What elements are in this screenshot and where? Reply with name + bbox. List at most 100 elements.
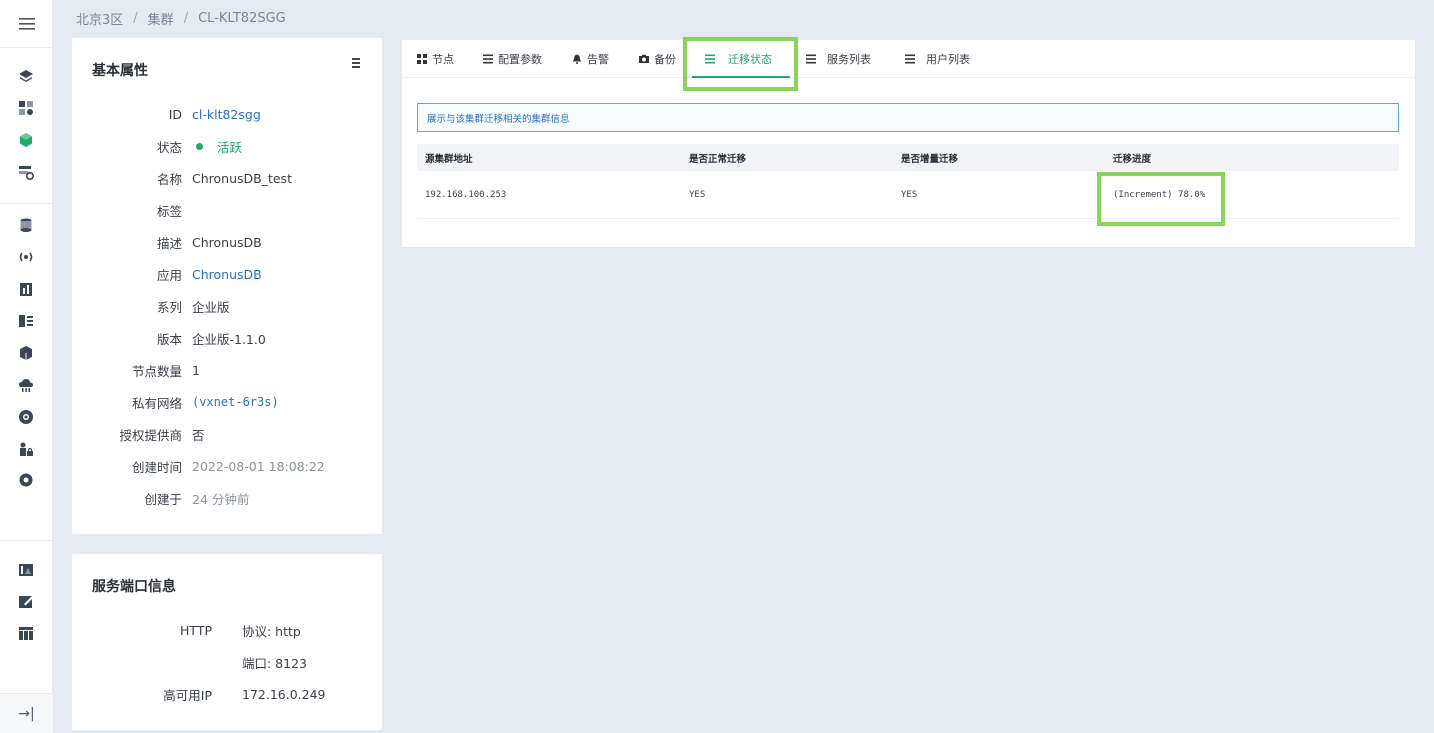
prop-row-edition: 系列 企业版 [72, 296, 382, 316]
layers-icon[interactable] [17, 67, 35, 85]
menu-toggle-button[interactable] [0, 0, 53, 48]
service-ports-title: 服务端口信息 [92, 579, 176, 595]
tab-users[interactable]: 用户列表 [905, 40, 970, 78]
name-value: ChronusDB_test [192, 170, 292, 186]
column-header: 是否正常迁移 [689, 153, 747, 165]
box-icon[interactable] [17, 344, 35, 362]
port-row-http: HTTP 协议: http [72, 620, 382, 640]
table-header: 源集群地址 是否正常迁移 是否增量迁移 迁移进度 [417, 144, 1399, 171]
prop-key: 创建于 [144, 491, 182, 507]
created-time-value: 2022-08-01 18:08:22 [192, 458, 325, 474]
license-value: 否 [192, 427, 205, 443]
incremental-migration-cell: YES [901, 190, 918, 200]
book-list-icon[interactable] [17, 312, 35, 330]
breadcrumb-region[interactable]: 北京3区 [76, 9, 123, 28]
prop-key: 创建时间 [131, 459, 182, 475]
bell-icon [573, 54, 581, 64]
breadcrumb: 北京3区 / 集群 / CL-KLT82SGG [76, 9, 286, 28]
prop-key: 描述 [156, 235, 182, 251]
storage-sync-icon[interactable] [17, 163, 35, 181]
prop-row-status: 状态 活跃 [72, 136, 382, 156]
cluster-id-value[interactable]: cl-klt82sgg [192, 107, 261, 122]
port-row-port: 端口: 8123 [72, 652, 382, 672]
prop-key: ID [168, 106, 182, 122]
prop-key: 系列 [156, 299, 182, 315]
tab-backup[interactable]: 备份 [639, 40, 676, 78]
edition-value: 企业版 [192, 299, 230, 315]
column-header: 迁移进度 [1113, 153, 1152, 165]
collapse-icon: →| [18, 705, 35, 722]
prop-row-name: 名称 ChronusDB_test [72, 168, 382, 188]
left-rail: →| [0, 0, 53, 733]
list-icon [483, 54, 493, 64]
port-key: HTTP [180, 622, 212, 638]
hamburger-icon [18, 17, 35, 30]
bar-chart-icon[interactable] [17, 280, 35, 298]
cube-icon[interactable] [17, 131, 35, 149]
version-value: 企业版-1.1.0 [192, 331, 266, 347]
highlight-box-tab [683, 37, 798, 91]
tab-nodes[interactable]: 节点 [417, 40, 454, 78]
shield-gear-icon[interactable] [17, 471, 35, 489]
prop-key: 节点数量 [131, 363, 182, 379]
description-value: ChronusDB [192, 234, 262, 250]
status-value: 活跃 [192, 137, 242, 156]
list-icon [905, 54, 915, 64]
bank-icon[interactable] [17, 560, 35, 578]
tab-config[interactable]: 配置参数 [483, 40, 542, 78]
column-header: 是否增量迁移 [901, 153, 959, 165]
highlight-box-progress [1097, 172, 1225, 226]
prop-row-created-time: 创建时间 2022-08-01 18:08:22 [72, 456, 382, 476]
prop-row-version: 版本 企业版-1.1.0 [72, 328, 382, 348]
column-header: 源集群地址 [425, 153, 473, 165]
prop-row-id: ID cl-klt82sgg [72, 104, 382, 124]
status-badge: 活跃 [217, 139, 243, 155]
prop-row-tags: 标签 [72, 200, 382, 220]
info-banner: 展示与该集群迁移相关的集群信息 [417, 103, 1399, 132]
card-menu-icon[interactable] [352, 58, 362, 68]
basic-properties-card: 基本属性 ID cl-klt82sgg 状态 活跃 名称 ChronusDB_t… [72, 38, 382, 534]
port-number-value: 端口: 8123 [242, 655, 307, 671]
prop-key: 授权提供商 [119, 427, 182, 443]
disc-icon[interactable] [17, 408, 35, 426]
prop-key: 名称 [156, 171, 182, 187]
source-address-cell: 192.168.100.253 [425, 190, 507, 200]
vxnet-link[interactable]: (vxnet-6r3s) [192, 395, 279, 409]
prop-key: 标签 [156, 203, 182, 219]
edit-image-icon[interactable] [17, 592, 35, 610]
database-icon[interactable] [17, 216, 35, 234]
ha-ip-value: 172.16.0.249 [242, 686, 326, 702]
prop-key: 状态 [156, 139, 182, 155]
created-ago-value: 24 分钟前 [192, 491, 250, 507]
collapse-sidebar-button[interactable]: →| [0, 693, 53, 733]
prop-row-app: 应用 ChronusDB [72, 264, 382, 284]
status-dot-icon [196, 142, 203, 150]
table-icon[interactable] [17, 624, 35, 642]
lock-user-icon[interactable] [17, 440, 35, 458]
apps-settings-icon[interactable] [17, 99, 35, 117]
migration-panel: 节点 配置参数 告警 备份 迁移状态 服务列表 用户列表 展示与该集群迁移相关的… [402, 40, 1415, 247]
service-ports-card: 服务端口信息 HTTP 协议: http 端口: 8123 高可用IP 172.… [72, 554, 382, 730]
prop-key: 应用 [156, 267, 182, 283]
table-row: 192.168.100.253 YES YES (Increment) 78.0… [417, 171, 1399, 219]
prop-row-vxnet: 私有网络 (vxnet-6r3s) [72, 392, 382, 412]
broadcast-icon[interactable] [17, 248, 35, 266]
tab-services[interactable]: 服务列表 [806, 40, 871, 78]
node-count-value: 1 [192, 362, 200, 378]
normal-migration-cell: YES [689, 190, 706, 200]
tab-alerts[interactable]: 告警 [572, 40, 609, 78]
port-protocol-value: 协议: http [242, 623, 301, 639]
grid-icon [417, 54, 427, 64]
cloud-upload-icon[interactable] [17, 376, 35, 394]
prop-row-node-count: 节点数量 1 [72, 360, 382, 380]
prop-row-license: 授权提供商 否 [72, 424, 382, 444]
breadcrumb-cluster-id: CL-KLT82SGG [198, 10, 286, 26]
prop-row-description: 描述 ChronusDB [72, 232, 382, 252]
camera-icon [639, 54, 649, 63]
breadcrumb-clusters[interactable]: 集群 [148, 9, 174, 28]
prop-row-created-ago: 创建于 24 分钟前 [72, 488, 382, 508]
port-row-ha-ip: 高可用IP 172.16.0.249 [72, 684, 382, 704]
basic-properties-title: 基本属性 [92, 63, 148, 79]
app-link[interactable]: ChronusDB [192, 267, 262, 282]
tab-bar: 节点 配置参数 告警 备份 迁移状态 服务列表 用户列表 [402, 40, 1415, 78]
